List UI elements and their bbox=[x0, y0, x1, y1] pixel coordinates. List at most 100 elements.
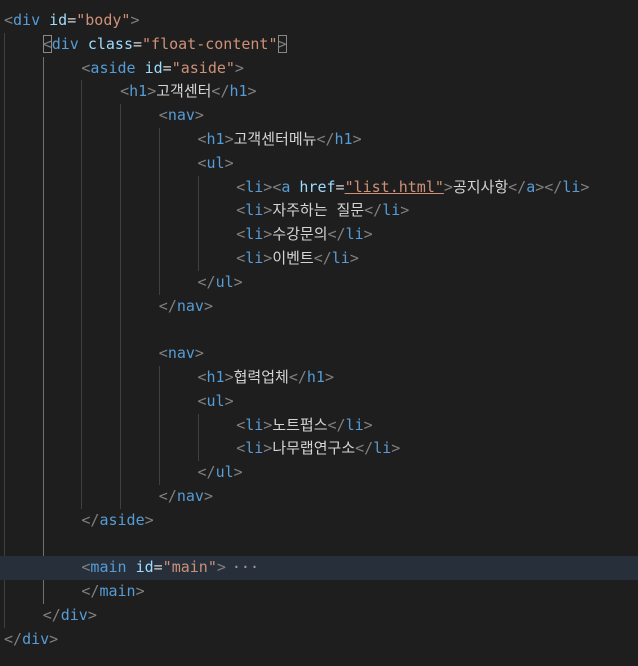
punctuation: </ bbox=[158, 296, 177, 315]
punctuation: > bbox=[194, 106, 204, 125]
fold-ellipsis-icon[interactable]: ··· bbox=[232, 558, 259, 576]
code-line[interactable] bbox=[0, 533, 638, 557]
code-line[interactable]: <li>나무랩연구소</li> bbox=[0, 437, 638, 461]
punctuation: > bbox=[233, 272, 243, 291]
punctuation: </ bbox=[158, 487, 177, 505]
tag-name: li bbox=[245, 415, 264, 434]
text: 공지사항 bbox=[452, 177, 509, 196]
punctuation: > bbox=[144, 510, 154, 529]
tag-name: div bbox=[22, 629, 50, 648]
tag-name: li bbox=[562, 177, 581, 196]
text: = bbox=[162, 58, 172, 77]
punctuation: > bbox=[400, 201, 410, 220]
code-line[interactable]: <div class="float-content"> bbox=[0, 33, 638, 57]
punctuation: > bbox=[194, 344, 204, 363]
code-line[interactable] bbox=[0, 318, 638, 342]
text: = bbox=[153, 558, 163, 577]
tag-name: li bbox=[245, 201, 264, 220]
tag-name: h1 bbox=[129, 82, 148, 101]
code-line[interactable]: <ul> bbox=[0, 152, 638, 176]
code-line[interactable]: <h1>협력업체</h1> bbox=[0, 366, 638, 390]
tag-name: nav bbox=[167, 106, 195, 125]
code-content: </nav> bbox=[159, 295, 213, 319]
tag-name: li bbox=[373, 439, 392, 458]
tag-name: nav bbox=[176, 487, 204, 505]
code-line[interactable]: <main id="main"> ··· bbox=[0, 556, 638, 581]
tag-name: ul bbox=[215, 463, 234, 482]
code-content: <main id="main"> ··· bbox=[81, 556, 259, 580]
code-line[interactable]: <nav> bbox=[0, 104, 638, 128]
punctuation: </ bbox=[288, 368, 307, 386]
punctuation: > bbox=[147, 82, 157, 101]
link-value: "list.html" bbox=[344, 177, 444, 196]
punctuation: < bbox=[197, 368, 207, 386]
tag-name: h1 bbox=[229, 82, 248, 101]
punctuation: </ bbox=[316, 130, 335, 148]
code-line[interactable]: <div id="body"> bbox=[0, 9, 638, 33]
punctuation: > bbox=[224, 130, 234, 148]
code-content: <h1>고객센터</h1> bbox=[120, 80, 256, 104]
punctuation: > bbox=[263, 249, 273, 267]
text: 협력업체 bbox=[233, 368, 289, 386]
punctuation: > bbox=[216, 558, 226, 577]
code-line[interactable]: <li>자주하는 질문</li> bbox=[0, 199, 638, 223]
punctuation: > bbox=[234, 58, 244, 77]
punctuation: > bbox=[224, 391, 234, 410]
code-line[interactable]: </ul> bbox=[0, 271, 638, 295]
code-content: <nav> bbox=[159, 342, 204, 366]
code-line[interactable]: <li>노트펍스</li> bbox=[0, 414, 638, 438]
code-line[interactable]: <h1>고객센터</h1> bbox=[0, 80, 638, 104]
text: 자주하는 질문 bbox=[272, 201, 365, 220]
punctuation: > bbox=[224, 153, 234, 172]
code-line[interactable]: </nav> bbox=[0, 295, 638, 319]
punctuation: </ bbox=[313, 249, 332, 267]
tag-name: ul bbox=[206, 153, 225, 172]
code-line[interactable]: <li><a href="list.html">공지사항</a></li> bbox=[0, 176, 638, 200]
code-line[interactable]: <ul> bbox=[0, 390, 638, 414]
text: 이벤트 bbox=[272, 249, 314, 267]
tag-name: h1 bbox=[206, 130, 225, 148]
attribute-name: class bbox=[87, 34, 133, 53]
tag-name: li bbox=[331, 249, 350, 267]
code-content: <li>자주하는 질문</li> bbox=[236, 199, 409, 223]
punctuation: < bbox=[158, 344, 168, 363]
code-line[interactable]: </nav> bbox=[0, 485, 638, 509]
text: 노트펍스 bbox=[272, 415, 328, 434]
punctuation: </ bbox=[81, 582, 100, 601]
code-line[interactable]: </aside> bbox=[0, 509, 638, 533]
code-content: <h1>고객센터메뉴</h1> bbox=[198, 128, 362, 152]
punctuation: </ bbox=[508, 177, 527, 196]
code-line[interactable]: </main> bbox=[0, 580, 638, 604]
code-content: <nav> bbox=[159, 104, 204, 128]
code-editor[interactable]: <div id="body"> <div class="float-content… bbox=[0, 0, 638, 666]
punctuation: < bbox=[158, 106, 168, 125]
tag-name: aside bbox=[90, 58, 136, 77]
punctuation: </ bbox=[327, 225, 346, 244]
code-line[interactable]: </div> bbox=[0, 628, 638, 652]
punctuation: > bbox=[580, 177, 590, 196]
text: = bbox=[133, 34, 143, 53]
attribute-value: "main" bbox=[162, 558, 217, 577]
tag-name: div bbox=[60, 606, 88, 624]
code-content: </div> bbox=[43, 604, 97, 628]
code-line[interactable]: <li>이벤트</li> bbox=[0, 247, 638, 271]
code-line[interactable]: </ul> bbox=[0, 461, 638, 485]
text: = bbox=[67, 11, 77, 29]
attribute-name: id bbox=[49, 11, 68, 29]
punctuation: < bbox=[236, 225, 246, 244]
punctuation: > bbox=[130, 11, 140, 29]
tag-name: div bbox=[51, 34, 79, 53]
tag-name: h1 bbox=[306, 368, 325, 386]
code-content: </main> bbox=[81, 580, 144, 604]
code-line[interactable]: </div> bbox=[0, 604, 638, 628]
attribute-name: id bbox=[144, 58, 163, 77]
bracket: > bbox=[277, 34, 287, 53]
code-line[interactable]: <nav> bbox=[0, 342, 638, 366]
punctuation: </ bbox=[544, 177, 563, 196]
code-line[interactable]: <h1>고객센터메뉴</h1> bbox=[0, 128, 638, 152]
code-line[interactable]: <li>수강문의</li> bbox=[0, 223, 638, 247]
punctuation: </ bbox=[197, 463, 216, 482]
attribute-value: "body" bbox=[76, 11, 131, 29]
code-line[interactable]: <aside id="aside"> bbox=[0, 57, 638, 81]
punctuation: </ bbox=[81, 510, 100, 529]
